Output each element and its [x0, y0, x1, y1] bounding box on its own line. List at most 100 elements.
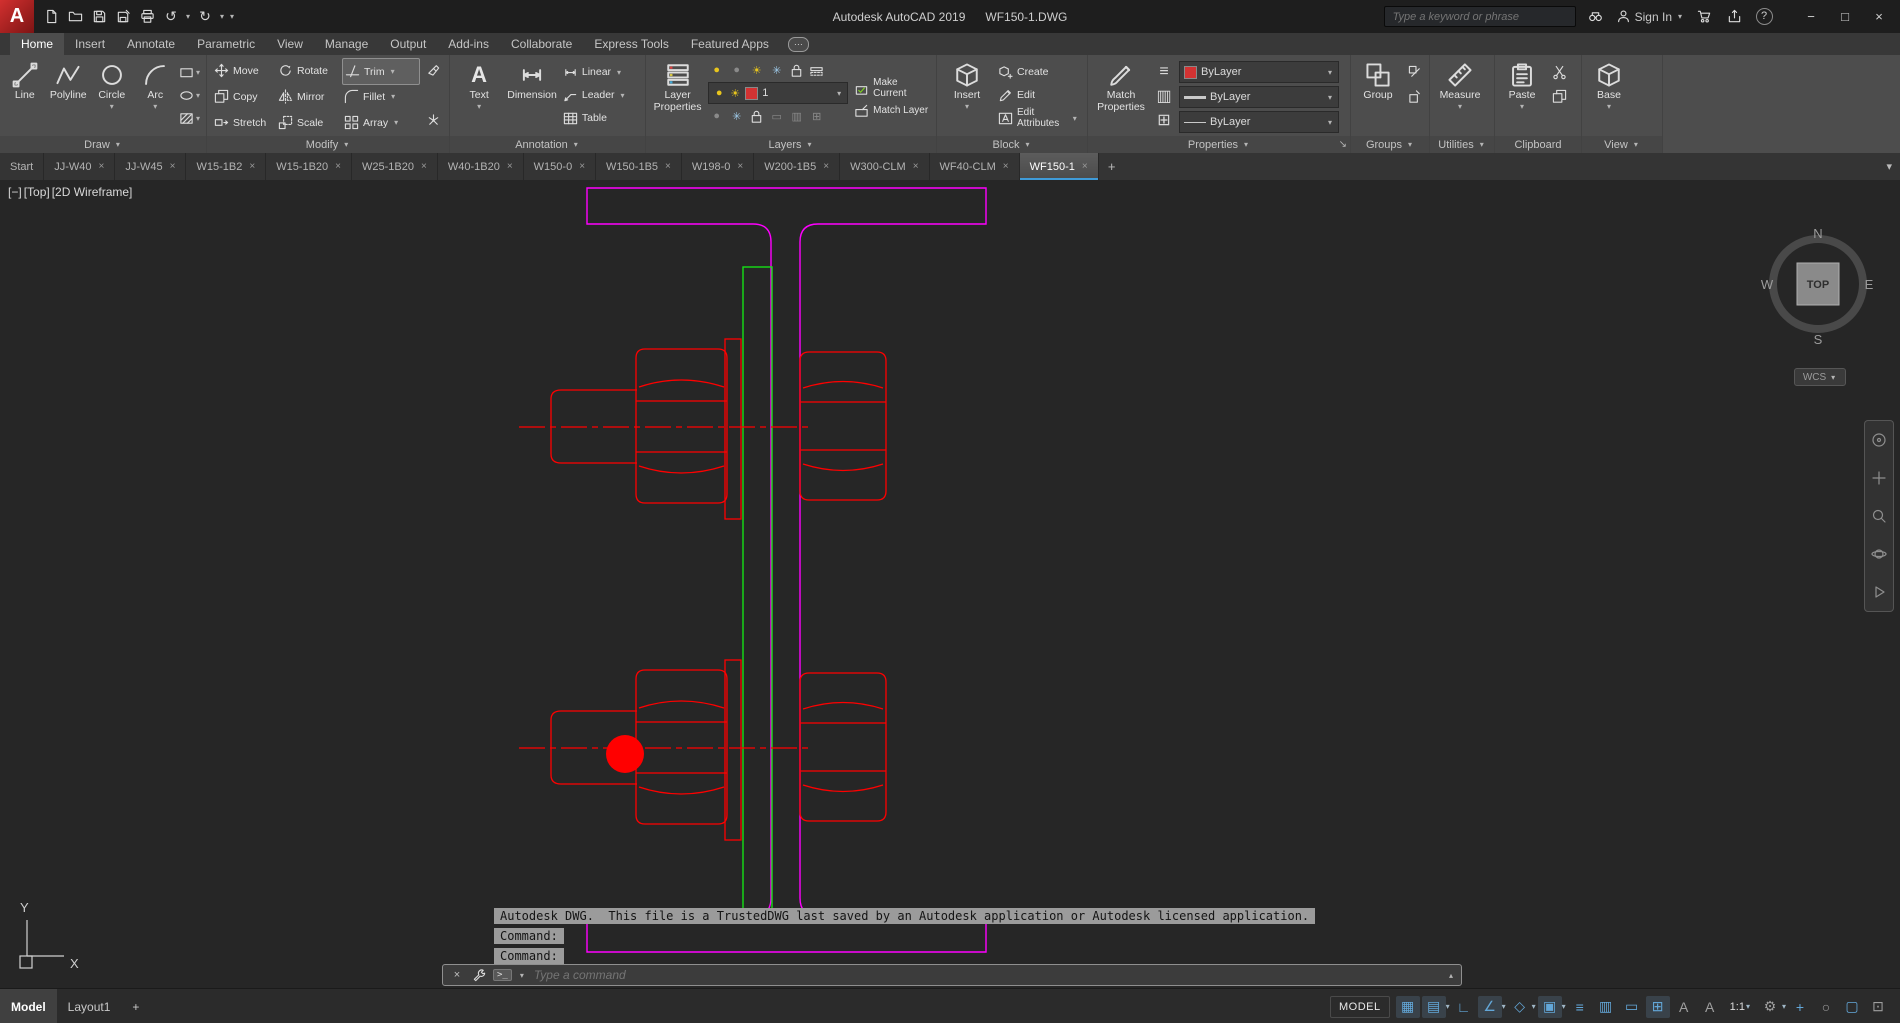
make-current-button[interactable]: Make Current [852, 77, 931, 99]
snap-dropdown[interactable]: ▾ [1446, 1002, 1450, 1011]
properties-transparency-icon[interactable]: ▥ [1153, 86, 1175, 106]
layer-thaw-icon[interactable]: ☀ [748, 62, 765, 78]
ribbon-tab-addins[interactable]: Add-ins [437, 33, 500, 55]
annotation-autoscale-toggle[interactable]: A [1698, 996, 1722, 1018]
qat-customize-dropdown[interactable]: ▾ [228, 12, 236, 21]
file-tab[interactable]: W198-0 × [682, 153, 755, 180]
close-button[interactable]: × [1862, 0, 1896, 33]
properties-panel-label[interactable]: Properties ▾ ↘ [1088, 136, 1350, 153]
undo-dropdown[interactable]: ▾ [184, 12, 192, 21]
file-tab[interactable]: W15-1B2 × [186, 153, 267, 180]
view-panel-label[interactable]: View ▾ [1582, 136, 1662, 153]
help-button[interactable]: ? [1754, 7, 1774, 27]
tab-close-icon[interactable]: × [1082, 161, 1088, 172]
layers-panel-label[interactable]: Layers ▾ [646, 136, 936, 153]
fillet-dropdown[interactable]: ▾ [389, 92, 397, 101]
file-tab[interactable]: JJ-W40 × [44, 153, 116, 180]
file-tab[interactable]: W40-1B20 × [438, 153, 524, 180]
new-drawing-button[interactable] [40, 6, 62, 28]
command-close-icon[interactable]: × [449, 967, 465, 983]
ribbon-tab-parametric[interactable]: Parametric [186, 33, 266, 55]
insert-button[interactable]: Insert ▾ [942, 58, 992, 136]
plot-button[interactable] [136, 6, 158, 28]
share-button[interactable] [1724, 7, 1744, 27]
layer-select-dropdown[interactable]: ● ☀ 1 ▾ [708, 82, 849, 104]
tab-close-icon[interactable]: × [913, 161, 919, 172]
dynamic-input-toggle[interactable]: ⊞ [1645, 995, 1670, 1018]
maximize-button[interactable]: □ [1828, 0, 1862, 33]
file-tab[interactable]: WF40-CLM × [930, 153, 1020, 180]
viewcube[interactable]: N W E S TOP [1758, 220, 1878, 359]
circle-button[interactable]: Circle ▾ [92, 58, 132, 136]
help-search-input[interactable] [1390, 9, 1569, 24]
undo-button[interactable]: ↺ [160, 6, 182, 28]
trim-button[interactable]: Trim ▾ [342, 58, 420, 85]
redo-button[interactable]: ↻ [194, 6, 216, 28]
isolate-objects-button[interactable]: ○ [1814, 996, 1838, 1018]
help-search-box[interactable] [1383, 6, 1576, 27]
tab-close-icon[interactable]: × [665, 161, 671, 172]
tab-close-icon[interactable]: × [823, 161, 829, 172]
file-tab-start[interactable]: Start [0, 153, 45, 180]
ribbon-tab-collaborate[interactable]: Collaborate [500, 33, 583, 55]
osnap-dropdown[interactable]: ▾ [1562, 1002, 1566, 1011]
visual-style-control[interactable]: [2D Wireframe] [52, 185, 133, 199]
view-name-control[interactable]: [Top] [24, 185, 50, 199]
ellipse-button[interactable]: ▾ [179, 85, 201, 105]
move-button[interactable]: Move [212, 58, 274, 83]
utilities-panel-label[interactable]: Utilities ▾ [1430, 136, 1494, 153]
file-tab[interactable]: W150-1B5 × [596, 153, 682, 180]
file-tab[interactable]: W200-1B5 × [754, 153, 841, 180]
group-edit-icon[interactable] [1404, 86, 1426, 106]
workspace-switching-button[interactable]: ⚙ [1758, 996, 1782, 1018]
hatch-button[interactable]: ▾ [179, 108, 201, 128]
leader-button[interactable]: Leader ▾ [561, 85, 640, 105]
stiffener-plate-green[interactable] [742, 266, 773, 910]
layer-tool-off-icon[interactable]: ● [708, 108, 725, 124]
tab-close-icon[interactable]: × [99, 161, 105, 172]
file-tab[interactable]: W300-CLM × [840, 153, 930, 180]
layer-tool-lock-icon[interactable] [748, 108, 765, 124]
lineweight-dropdown[interactable]: ByLayer ▾ [1179, 86, 1339, 108]
isodraft-toggle[interactable]: ◇ [1508, 996, 1532, 1018]
scale-button[interactable]: Scale [276, 110, 340, 135]
command-line-bar[interactable]: × >_ ▾ ▴ [442, 964, 1462, 986]
match-layer-button[interactable]: Match Layer [852, 100, 931, 120]
properties-dialog-launcher[interactable]: ↘ [1339, 139, 1347, 150]
ribbon-tab-annotate[interactable]: Annotate [116, 33, 186, 55]
line-button[interactable]: Line [5, 58, 45, 136]
tab-close-icon[interactable]: × [579, 161, 585, 172]
model-space-viewport[interactable]: [−] [Top] [2D Wireframe] N W E S TOP WCS… [0, 180, 1900, 988]
layer-tool-settings-icon[interactable]: ⊞ [808, 108, 825, 124]
minimize-button[interactable]: − [1794, 0, 1828, 33]
ribbon-display-toggle[interactable]: ··· [787, 36, 809, 52]
new-tab-button[interactable]: + [1099, 153, 1125, 180]
object-snap-toggle[interactable]: ▣ [1537, 995, 1562, 1018]
snap-mode-toggle[interactable]: ▤ [1421, 995, 1446, 1018]
tab-close-icon[interactable]: × [1003, 161, 1009, 172]
linear-button[interactable]: Linear ▾ [561, 62, 640, 82]
viewcube-east[interactable]: E [1865, 277, 1874, 292]
tab-close-icon[interactable]: × [737, 161, 743, 172]
ungroup-icon[interactable] [1404, 62, 1426, 82]
clean-screen-toggle[interactable]: ⊡ [1866, 996, 1890, 1018]
create-block-button[interactable]: Create [996, 62, 1080, 82]
viewcube-west[interactable]: W [1761, 277, 1774, 292]
layer-tool-freeze-icon[interactable]: ✳ [728, 108, 745, 124]
annotation-panel-label[interactable]: Annotation ▾ [450, 136, 645, 153]
layer-lock-icon[interactable] [788, 62, 805, 78]
command-customize-icon[interactable] [471, 967, 487, 983]
viewcube-south[interactable]: S [1814, 332, 1823, 347]
table-button[interactable]: Table [561, 108, 640, 128]
navigation-bar[interactable] [1864, 420, 1894, 612]
tab-close-icon[interactable]: × [335, 161, 341, 172]
showmotion-icon[interactable] [1871, 584, 1887, 600]
file-tab[interactable]: W25-1B20 × [352, 153, 438, 180]
pan-icon[interactable] [1871, 470, 1887, 486]
autocad-app-menu-button[interactable]: A [0, 0, 34, 33]
copy-button[interactable]: Copy [212, 84, 274, 109]
ribbon-tab-express-tools[interactable]: Express Tools [583, 33, 679, 55]
ribbon-tab-output[interactable]: Output [379, 33, 437, 55]
isodraft-dropdown[interactable]: ▾ [1532, 1002, 1536, 1011]
measure-button[interactable]: Measure ▾ [1435, 58, 1485, 136]
